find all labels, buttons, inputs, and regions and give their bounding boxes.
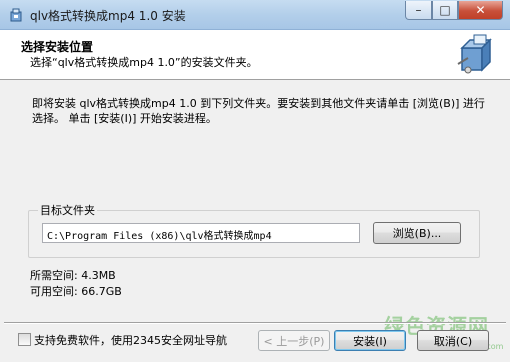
title-bar: qlv格式转换成mp4 1.0 安装 – □ ✕ [0,0,510,30]
minimize-button[interactable]: – [405,1,432,20]
destination-label: 目标文件夹 [38,202,97,218]
page-subtitle: 选择“qlv格式转换成mp4 1.0”的安装文件夹。 [30,56,258,69]
destination-path-input[interactable]: C:\Program Files (x86)\qlv格式转换成mp4 [42,223,360,243]
support-freeware-label[interactable]: 支持免费软件，使用2345安全网址导航 [34,332,227,348]
installer-box-icon [457,34,492,74]
window-title: qlv格式转换成mp4 1.0 安装 [30,9,186,23]
header-panel: 选择安装位置 选择“qlv格式转换成mp4 1.0”的安装文件夹。 [0,30,510,80]
intro-text: 即将安装 qlv格式转换成mp4 1.0 到下列文件夹。要安装到其他文件夹请单击… [32,97,485,125]
support-freeware-checkbox[interactable] [18,333,31,346]
back-button[interactable]: < 上一步(P) [258,330,330,351]
installer-icon [10,8,22,22]
close-button[interactable]: ✕ [458,1,503,20]
browse-button[interactable]: 浏览(B)... [373,222,461,244]
cancel-button[interactable]: 取消(C) [417,330,489,351]
page-title: 选择安装位置 [21,40,94,54]
install-button[interactable]: 安装(I) [334,330,406,351]
required-space: 所需空间: 4.3MB [30,269,116,282]
maximize-button[interactable]: □ [432,1,458,20]
footer-divider [4,322,506,324]
available-space: 可用空间: 66.7GB [30,285,122,298]
